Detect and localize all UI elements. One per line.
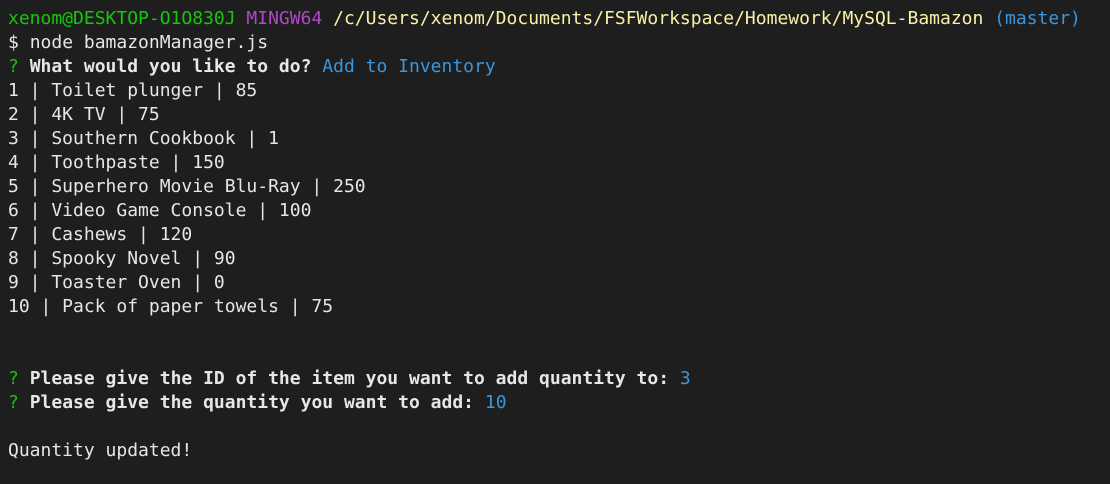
command-symbol: $ xyxy=(8,32,19,53)
question-quantity: ? Please give the quantity you want to a… xyxy=(8,391,1110,415)
result-message: Quantity updated! xyxy=(8,440,193,461)
question-mark-icon: ? xyxy=(8,56,19,77)
question-item-id-text: Please give the ID of the item you want … xyxy=(29,368,670,389)
terminal-window[interactable]: xenom@DESKTOP-O1O830J MINGW64 /c/Users/x… xyxy=(0,0,1110,484)
prompt-env: MINGW64 xyxy=(246,8,323,29)
inventory-row: 1 | Toilet plunger | 85 xyxy=(8,80,258,101)
command-line: $ node bamazonManager.js xyxy=(8,31,1110,55)
question-mark-icon: ? xyxy=(8,392,19,413)
question-item-id: ? Please give the ID of the item you wan… xyxy=(8,367,1110,391)
inventory-row: 6 | Video Game Console | 100 xyxy=(8,200,312,221)
inventory-row: 9 | Toaster Oven | 0 xyxy=(8,272,225,293)
inventory-row: 7 | Cashews | 120 xyxy=(8,224,193,245)
prompt-path: /c/Users/xenom/Documents/FSFWorkspace/Ho… xyxy=(333,8,984,29)
inventory-row: 3 | Southern Cookbook | 1 xyxy=(8,128,279,149)
command-text: node bamazonManager.js xyxy=(29,32,269,53)
question-action-text: What would you like to do? xyxy=(29,56,312,77)
prompt-user-host: xenom@DESKTOP-O1O830J xyxy=(8,8,236,29)
question-quantity-answer: 10 xyxy=(484,392,507,413)
inventory-row: 4 | Toothpaste | 150 xyxy=(8,152,225,173)
inventory-row: 2 | 4K TV | 75 xyxy=(8,104,160,125)
inventory-row: 5 | Superhero Movie Blu-Ray | 250 xyxy=(8,176,366,197)
inventory-row: 10 | Pack of paper towels | 75 xyxy=(8,296,334,317)
question-mark-icon: ? xyxy=(8,368,19,389)
inventory-row: 8 | Spooky Novel | 90 xyxy=(8,248,236,269)
question-action-answer: Add to Inventory xyxy=(322,56,496,77)
prompt-branch: (master) xyxy=(994,8,1081,29)
question-action: ? What would you like to do? Add to Inve… xyxy=(8,55,1110,79)
question-quantity-text: Please give the quantity you want to add… xyxy=(29,392,475,413)
shell-prompt-line: xenom@DESKTOP-O1O830J MINGW64 /c/Users/x… xyxy=(8,7,1110,31)
question-item-id-answer: 3 xyxy=(679,368,691,389)
